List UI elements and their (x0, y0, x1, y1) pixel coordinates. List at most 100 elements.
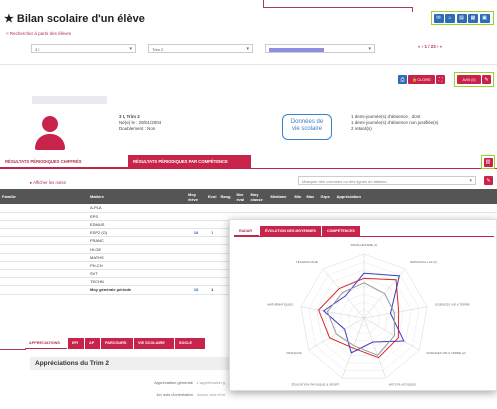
tab-vie-scolaire[interactable]: VIE SCOLAIRE (134, 338, 174, 349)
col-header: Nbr éval (234, 189, 249, 204)
radar-axis-label: ESPAGNOL LV2 (2) (410, 260, 437, 264)
table-cell (206, 261, 219, 271)
avis-button[interactable]: AVIS (0) (457, 75, 481, 84)
student-doublement: Doublement : Non (119, 126, 156, 131)
table-cell (186, 204, 206, 213)
col-header: Moy élève (186, 189, 206, 204)
table-cell (0, 269, 88, 279)
tab-resultats-chiffres[interactable]: RÉSULTATS PÉRIODIQUES CHIFFRÉS (0, 155, 128, 168)
chart-popup: RADAR ÉVOLUTION DES MOYENNES COMPÉTENCES… (229, 219, 497, 391)
tab-parcours[interactable]: PARCOURS (101, 338, 133, 349)
student-name-redacted (32, 96, 107, 104)
edit-icon[interactable]: ✎ (482, 75, 491, 84)
chart-icon[interactable]: ▥ (483, 157, 493, 167)
period-select-value: Trim 2 (152, 47, 164, 52)
radar-axis-label: ARTS PLASTIQUES (389, 383, 417, 387)
print-icon[interactable]: ▦ (468, 13, 478, 23)
expand-button[interactable]: ⛶ (436, 75, 445, 84)
table-cell (0, 261, 88, 271)
avis-group: AVIS (0) ✎ (454, 72, 494, 87)
student-select[interactable] (265, 44, 375, 53)
tab-resultats-competence[interactable]: RÉSULTATS PÉRIODIQUES PAR COMPÉTENCE (128, 155, 251, 168)
show-notes-link[interactable]: ▸ Afficher les notes (30, 180, 66, 186)
table-cell (206, 220, 219, 230)
bottom-tab-bar: APPRECIATIONS EPI AP PARCOURS VIE SCOLAI… (25, 338, 235, 349)
col-header: Matière (88, 189, 186, 204)
col-header: Médiane (268, 189, 293, 204)
class-select[interactable]: 3 I (31, 44, 136, 53)
avatar (42, 116, 58, 132)
appreciation-label: Appréciation générale (154, 380, 193, 385)
table-header-row: Famille Matière Moy élève Evol Rang Nbr … (0, 189, 497, 204)
radar-axis-label: MATHÉMATIQUES (267, 301, 293, 306)
mail-icon[interactable]: ✉ (433, 13, 444, 23)
period-select[interactable]: Trim 2 (148, 44, 253, 53)
col-header: Moy classe (248, 189, 269, 204)
table-cell (186, 261, 206, 271)
popup-tab-evolution[interactable]: ÉVOLUTION DES MOYENNES (260, 226, 321, 236)
annotation-line (412, 7, 413, 12)
table-cell (186, 220, 206, 230)
back-link[interactable]: < Rechercher à partir des élèves (6, 31, 71, 36)
table-cell (206, 204, 219, 213)
table-cell (0, 285, 88, 295)
table-cell (0, 204, 88, 213)
document-icon[interactable]: ▤ (456, 13, 467, 23)
col-header: Grpe (318, 189, 335, 204)
radar-chart: PARALLÉLISME (7) ESPAGNOL LV2 (2) SCIENCES… (267, 242, 469, 387)
callout-line-2: vie scolaire (291, 126, 322, 132)
main-tab-bar: RÉSULTATS PÉRIODIQUES CHIFFRÉS RÉSULTATS… (0, 155, 497, 169)
table-cell (234, 204, 249, 213)
student-pager[interactable]: « ‹ 1 / 23 › » (418, 44, 442, 49)
export-icon[interactable]: ▣ (479, 13, 490, 23)
table-cell: SVT (88, 269, 186, 279)
table-cell: EPS (88, 212, 186, 221)
table-cell (206, 277, 219, 287)
star-icon[interactable]: ★ (4, 13, 14, 25)
table-cell (186, 269, 206, 279)
tab-ap[interactable]: AP (85, 338, 100, 349)
table-cell: PH-CH (88, 261, 186, 271)
table-cell (186, 253, 206, 262)
print-button[interactable]: ⎙ (398, 75, 407, 84)
tab-socle[interactable]: SOCLE (175, 338, 205, 349)
divider (0, 64, 497, 65)
radar-axis-label: TECHNOLOGIE (296, 260, 318, 264)
table-cell (206, 269, 219, 279)
close-period-button[interactable]: 🔒 CLORE (408, 75, 435, 84)
edit-columns-icon[interactable]: ✎ (484, 176, 493, 185)
table-cell (0, 212, 88, 221)
mask-columns-input[interactable]: Masquer des colonnes ou des lignes du ta… (298, 176, 476, 185)
tab-epi[interactable]: EPI (68, 338, 84, 349)
close-label: CLORE (417, 77, 431, 82)
table-row[interactable]: A-PLA (0, 204, 497, 213)
vie-scolaire-callout: Données de vie scolaire (282, 114, 332, 140)
table-cell (304, 204, 319, 213)
table-cell (0, 253, 88, 262)
home-icon[interactable]: ⌂ (445, 13, 455, 23)
annotation-line (0, 349, 26, 350)
table-cell: 1 (206, 228, 219, 238)
tab-appreciations[interactable]: APPRECIATIONS (25, 338, 67, 349)
mask-placeholder: Masquer des colonnes ou des lignes du ta… (302, 179, 387, 184)
col-header: Max (304, 189, 319, 204)
col-header: Evol (206, 189, 219, 204)
table-cell (186, 277, 206, 287)
table-cell (292, 204, 305, 213)
absence-info: 1 demi-journée(s) d'absence , dont 1 dem… (351, 114, 438, 132)
table-cell (186, 236, 206, 246)
radar-series (326, 282, 395, 356)
table-cell (0, 236, 88, 246)
popup-tab-radar[interactable]: RADAR (234, 226, 259, 236)
table-cell (0, 277, 88, 287)
table-cell (218, 204, 235, 213)
popup-tab-competences[interactable]: COMPÉTENCES (322, 226, 360, 236)
chevron-down-icon: ▾ (469, 178, 472, 184)
table-cell (334, 204, 497, 213)
table-cell: 18 (186, 228, 206, 238)
table-cell: EDMUS (88, 220, 186, 230)
col-header: Min (292, 189, 305, 204)
radar-axis (300, 306, 365, 319)
radar-axis (363, 317, 420, 351)
radar-axis (363, 306, 428, 319)
